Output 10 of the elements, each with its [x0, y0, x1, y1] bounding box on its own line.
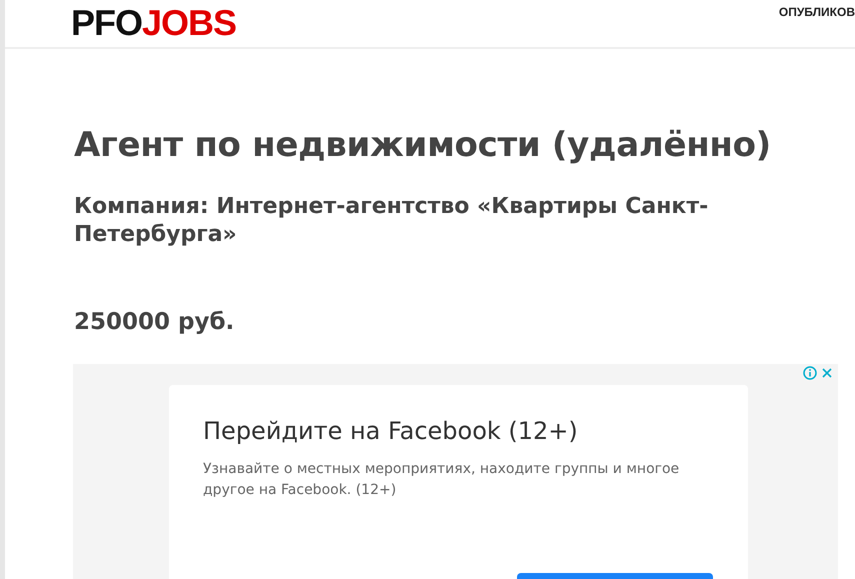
nav-link[interactable]: ОПУБЛИКОВ: [778, 5, 855, 19]
ad-title: Перейдите на Facebook (12+): [203, 416, 578, 447]
ad-card[interactable]: Перейдите на Facebook (12+) Узнавайте о местных мероприятиях, находите группы и многое другое на Facebook. (12+): [169, 385, 748, 579]
job-title: Агент по недвижимости (удалённо): [74, 124, 772, 167]
site-logo[interactable]: PFOJOBS: [71, 3, 236, 43]
salary: 250000 руб.: [74, 308, 234, 337]
close-icon[interactable]: [820, 366, 834, 380]
ad-text: Узнавайте о местных мероприятиях, находите группы и многое другое на Facebook. (12+): [203, 460, 680, 500]
info-icon[interactable]: [803, 366, 817, 380]
company-name: Компания: Интернет-агентство «Квартиры Санкт-Петербурга»: [74, 193, 710, 249]
